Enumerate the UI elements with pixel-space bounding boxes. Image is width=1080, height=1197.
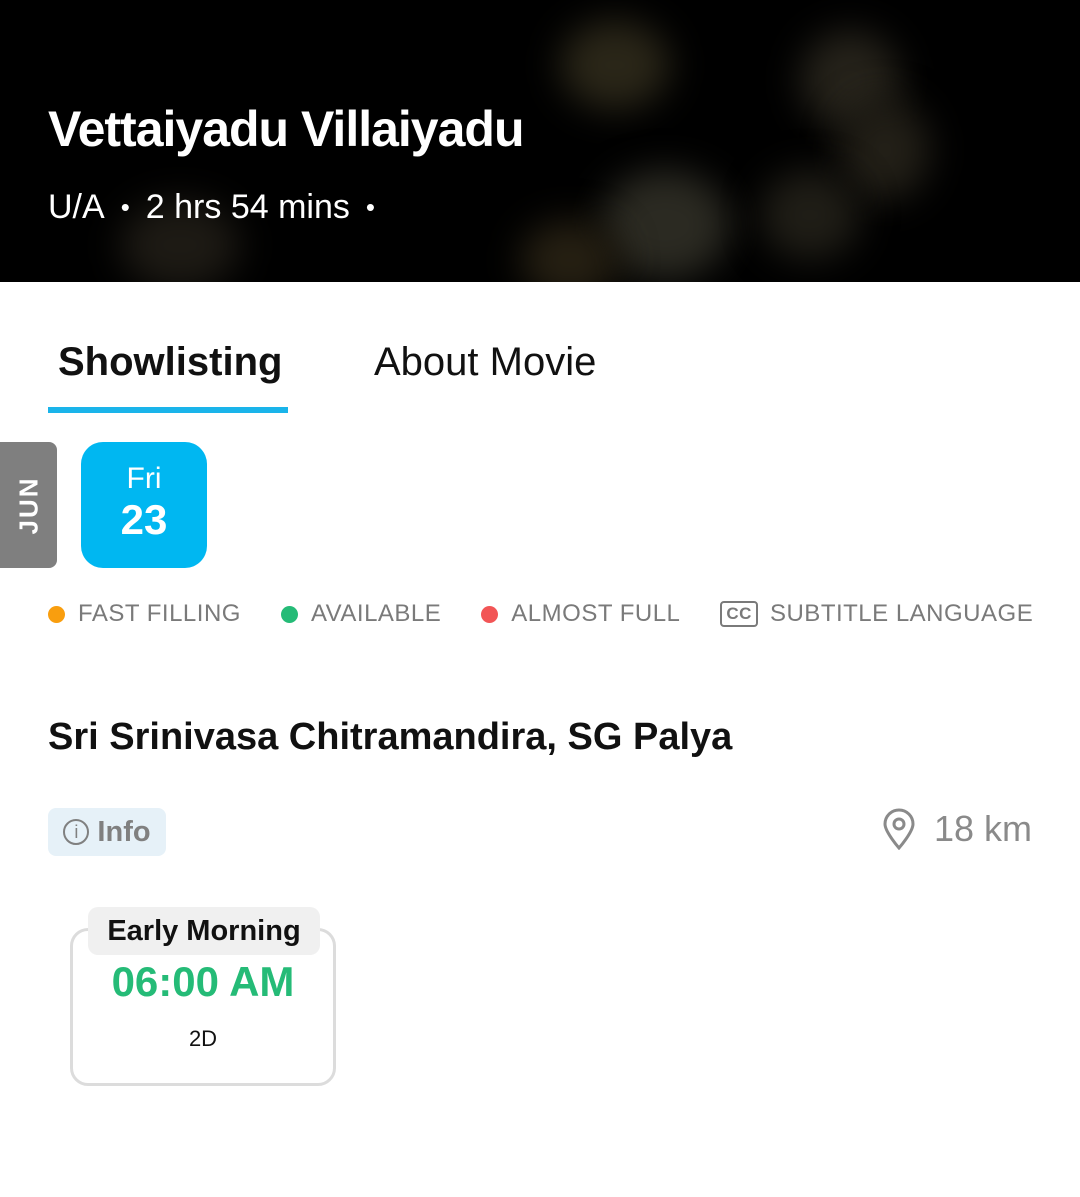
duration-label: 2 hrs 54 mins (145, 188, 350, 226)
tab-showlisting[interactable]: Showlisting (48, 330, 288, 413)
theatre-distance: 18 km (882, 808, 1032, 850)
bokeh-light (560, 20, 670, 110)
legend-label: FAST FILLING (78, 600, 241, 627)
certificate-label: U/A (48, 188, 105, 226)
separator-dot: • (365, 192, 375, 222)
bokeh-light (760, 170, 860, 260)
legend-fast-filling: FAST FILLING (48, 600, 241, 628)
date-selector-selected[interactable]: Fri 23 (81, 442, 207, 568)
month-text: JUN (13, 475, 44, 535)
separator-dot: • (120, 192, 130, 222)
location-pin-icon (883, 808, 915, 850)
green-dot-icon (280, 605, 298, 623)
orange-dot-icon (48, 605, 65, 623)
red-dot-icon (481, 605, 499, 623)
distance-value: 18 km (933, 808, 1032, 849)
info-icon: i (63, 819, 90, 845)
movie-hero-banner: Vettaiyadu Villaiyadu U/A • 2 hrs 54 min… (0, 0, 1080, 282)
show-format: 2D (188, 1026, 218, 1051)
legend-subtitle-language: CC SUBTITLE LANGUAGE (720, 600, 1033, 628)
legend-label: ALMOST FULL (511, 600, 681, 627)
theatre-info-button[interactable]: i Info (48, 808, 166, 856)
show-time[interactable]: 06:00 AM (70, 958, 336, 1006)
cc-icon: CC (720, 601, 758, 627)
tab-bar: Showlisting About Movie (48, 330, 606, 413)
month-label: JUN (0, 442, 57, 568)
legend-available: AVAILABLE (280, 600, 442, 628)
legend-label: SUBTITLE LANGUAGE (769, 600, 1034, 627)
bokeh-light (840, 100, 930, 200)
movie-title: Vettaiyadu Villaiyadu (48, 101, 525, 157)
show-slot-label: Early Morning (88, 907, 320, 955)
date-number: 23 (120, 496, 168, 543)
availability-legend: FAST FILLING AVAILABLE ALMOST FULL CC SU… (48, 600, 1073, 628)
legend-almost-full: ALMOST FULL (481, 600, 680, 628)
theatre-name: Sri Srinivasa Chitramandira, SG Palya (48, 716, 733, 758)
tab-about-movie[interactable]: About Movie (364, 330, 606, 413)
date-day: Fri (126, 462, 162, 495)
legend-label: AVAILABLE (310, 600, 442, 627)
movie-meta: U/A • 2 hrs 54 mins • (48, 188, 375, 227)
info-label: Info (97, 815, 151, 848)
